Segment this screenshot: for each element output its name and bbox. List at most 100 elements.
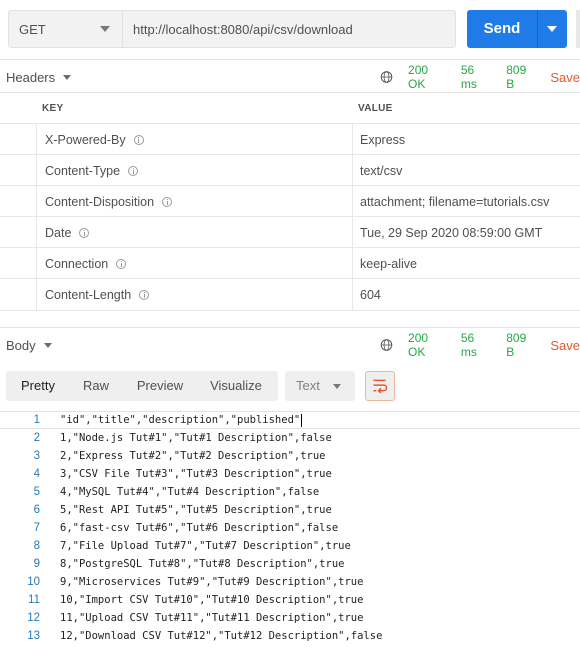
code-line: 11 10,"Import CSV Tut#10","Tut#10 Descri… bbox=[0, 591, 580, 609]
method-value: GET bbox=[19, 21, 46, 37]
wrap-lines-button[interactable] bbox=[365, 371, 395, 401]
line-number: 3 bbox=[33, 450, 40, 462]
body-view-tabs: Pretty Raw Preview Visualize bbox=[6, 371, 278, 401]
line-text: 12,"Download CSV Tut#12","Tut#12 Descrip… bbox=[60, 630, 383, 642]
line-number: 13 bbox=[27, 630, 40, 642]
line-number: 8 bbox=[33, 540, 40, 552]
line-number: 5 bbox=[33, 486, 40, 498]
code-line: 13 12,"Download CSV Tut#12","Tut#12 Desc… bbox=[0, 627, 580, 645]
divider bbox=[0, 327, 580, 328]
code-line: 6 5,"Rest API Tut#5","Tut#5 Description"… bbox=[0, 501, 580, 519]
tab-raw[interactable]: Raw bbox=[72, 371, 120, 401]
save-response-button[interactable]: Save bbox=[550, 70, 580, 85]
body-response-meta: 200 OK 56 ms 809 B Save bbox=[380, 331, 580, 359]
code-line: 8 7,"File Upload Tut#7","Tut#7 Descripti… bbox=[0, 537, 580, 555]
response-body-editor[interactable]: 1 "id","title","description","published"… bbox=[0, 411, 580, 645]
divider bbox=[0, 92, 580, 93]
tab-visualize[interactable]: Visualize bbox=[200, 371, 272, 401]
send-options-chevron-icon[interactable] bbox=[547, 26, 557, 32]
header-row: Content-Length 604 bbox=[0, 278, 580, 311]
chevron-down-icon bbox=[63, 74, 72, 80]
line-number: 9 bbox=[33, 558, 40, 570]
header-key-cell: Connection bbox=[36, 248, 352, 279]
line-text: 4,"MySQL Tut#4","Tut#4 Description",fals… bbox=[60, 486, 320, 498]
line-text: 3,"CSV File Tut#3","Tut#3 Description",t… bbox=[60, 468, 332, 480]
code-line: 4 3,"CSV File Tut#3","Tut#3 Description"… bbox=[0, 465, 580, 483]
header-key-cell: Content-Type bbox=[36, 155, 352, 186]
line-number: 12 bbox=[27, 612, 40, 624]
globe-icon[interactable] bbox=[380, 70, 393, 84]
column-header-key: KEY bbox=[42, 103, 64, 114]
chevron-down-icon bbox=[333, 384, 341, 389]
method-select[interactable]: GET bbox=[8, 10, 122, 48]
line-text: 6,"fast-csv Tut#6","Tut#6 Description",f… bbox=[60, 522, 339, 534]
line-text: 10,"Import CSV Tut#10","Tut#10 Descripti… bbox=[60, 594, 364, 606]
code-line: 10 9,"Microservices Tut#9","Tut#9 Descri… bbox=[0, 573, 580, 591]
info-icon[interactable] bbox=[128, 165, 139, 176]
line-number: 6 bbox=[33, 504, 40, 516]
divider bbox=[0, 59, 580, 60]
line-text: "id","title","description","published" bbox=[60, 412, 303, 428]
code-line: 9 8,"PostgreSQL Tut#8","Tut#8 Descriptio… bbox=[0, 555, 580, 573]
code-line: 1 "id","title","description","published" bbox=[0, 411, 580, 429]
url-value: http://localhost:8080/api/csv/download bbox=[133, 21, 353, 37]
header-value: keep-alive bbox=[352, 248, 580, 279]
header-row: Connection keep-alive bbox=[0, 247, 580, 279]
header-key-cell: Content-Disposition bbox=[36, 186, 352, 217]
header-row: Content-Type text/csv bbox=[0, 154, 580, 186]
tab-pretty[interactable]: Pretty bbox=[10, 371, 66, 401]
line-text: 9,"Microservices Tut#9","Tut#9 Descripti… bbox=[60, 576, 364, 588]
line-number: 4 bbox=[33, 468, 40, 480]
tab-preview[interactable]: Preview bbox=[128, 371, 192, 401]
send-button[interactable]: Send bbox=[467, 10, 567, 48]
code-line: 3 2,"Express Tut#2","Tut#2 Description",… bbox=[0, 447, 580, 465]
line-number: 1 bbox=[33, 414, 40, 426]
send-divider bbox=[537, 10, 538, 48]
header-row: Date Tue, 29 Sep 2020 08:59:00 GMT bbox=[0, 216, 580, 248]
line-number: 7 bbox=[33, 522, 40, 534]
headers-title: Headers bbox=[6, 69, 56, 85]
format-select[interactable]: Text bbox=[285, 371, 355, 401]
code-line: 2 1,"Node.js Tut#1","Tut#1 Description",… bbox=[0, 429, 580, 447]
response-size: 809 B bbox=[506, 63, 527, 91]
column-header-value: VALUE bbox=[358, 103, 393, 114]
chevron-down-icon bbox=[43, 342, 52, 348]
header-key-cell: X-Powered-By bbox=[36, 124, 352, 155]
chevron-down-icon bbox=[100, 26, 110, 32]
window-edge bbox=[576, 10, 580, 48]
header-key: Content-Length bbox=[45, 287, 132, 302]
status-code: 200 OK bbox=[408, 63, 429, 91]
header-row: Content-Disposition attachment; filename… bbox=[0, 185, 580, 217]
line-number: 2 bbox=[33, 432, 40, 444]
code-line: 12 11,"Upload CSV Tut#11","Tut#11 Descri… bbox=[0, 609, 580, 627]
code-line: 7 6,"fast-csv Tut#6","Tut#6 Description"… bbox=[0, 519, 580, 537]
header-key: Content-Disposition bbox=[45, 194, 155, 209]
response-size: 809 B bbox=[506, 331, 527, 359]
url-input[interactable]: http://localhost:8080/api/csv/download bbox=[122, 10, 456, 48]
send-label: Send bbox=[483, 20, 521, 37]
info-icon[interactable] bbox=[116, 258, 127, 269]
header-value: attachment; filename=tutorials.csv bbox=[352, 186, 580, 217]
save-response-button[interactable]: Save bbox=[550, 338, 580, 353]
line-number: 10 bbox=[27, 576, 40, 588]
headers-section-toggle[interactable]: Headers bbox=[6, 69, 72, 85]
header-value: Express bbox=[352, 124, 580, 155]
header-key: X-Powered-By bbox=[45, 132, 126, 147]
line-text: 7,"File Upload Tut#7","Tut#7 Description… bbox=[60, 540, 351, 552]
response-time: 56 ms bbox=[460, 63, 477, 91]
header-key: Connection bbox=[45, 256, 109, 271]
info-icon[interactable] bbox=[162, 196, 173, 207]
response-time: 56 ms bbox=[460, 331, 477, 359]
line-text: 5,"Rest API Tut#5","Tut#5 Description",t… bbox=[60, 504, 332, 516]
header-key: Date bbox=[45, 225, 72, 240]
info-icon[interactable] bbox=[139, 289, 150, 300]
line-number: 11 bbox=[28, 594, 40, 606]
status-code: 200 OK bbox=[408, 331, 429, 359]
info-icon[interactable] bbox=[79, 227, 90, 238]
globe-icon[interactable] bbox=[380, 338, 393, 352]
header-value: 604 bbox=[352, 279, 580, 310]
info-icon[interactable] bbox=[133, 134, 144, 145]
body-section-toggle[interactable]: Body bbox=[6, 337, 52, 353]
header-value: text/csv bbox=[352, 155, 580, 186]
line-text: 11,"Upload CSV Tut#11","Tut#11 Descripti… bbox=[60, 612, 364, 624]
